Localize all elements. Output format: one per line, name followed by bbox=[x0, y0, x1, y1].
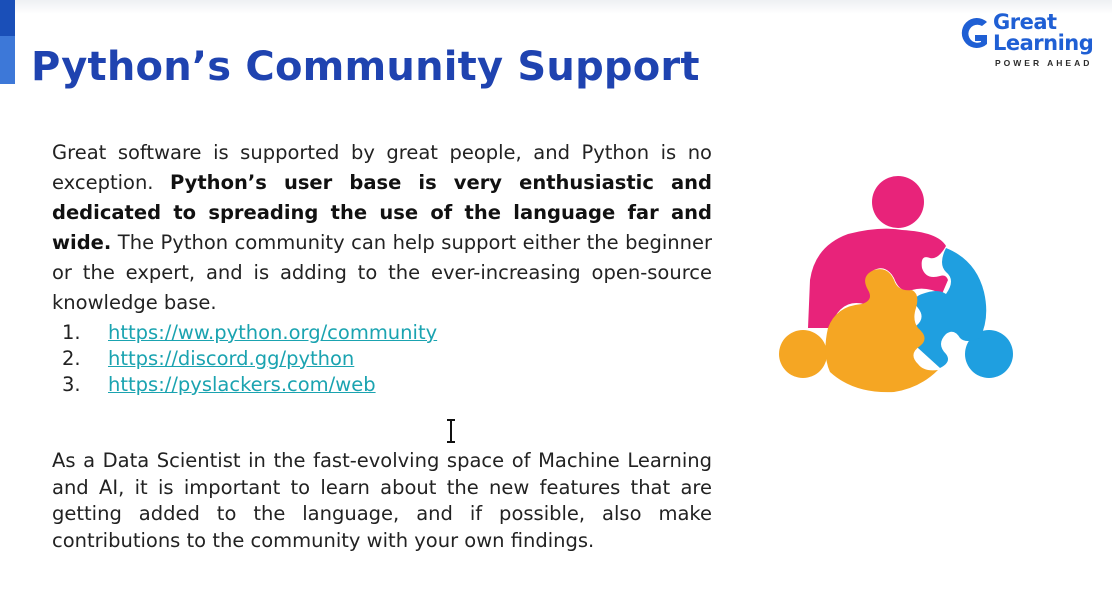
intro-tail: The Python community can help support ei… bbox=[52, 231, 712, 314]
accent-bar bbox=[0, 0, 15, 84]
logo-tagline: POWER AHEAD bbox=[995, 58, 1093, 68]
list-number: 1. bbox=[62, 321, 81, 344]
link-pyslackers[interactable]: https://pyslackers.com/web bbox=[108, 372, 376, 398]
list-item: 1. https://ww.python.org/community bbox=[62, 320, 437, 346]
intro-paragraph: Great software is supported by great peo… bbox=[52, 138, 712, 318]
list-item: 2. https://discord.gg/python bbox=[62, 346, 437, 372]
list-number: 3. bbox=[62, 373, 81, 396]
logo-wordmark: Great Learning bbox=[993, 10, 1094, 55]
list-item: 3. https://pyslackers.com/web bbox=[62, 372, 437, 398]
community-links-list: 1. https://ww.python.org/community 2. ht… bbox=[62, 320, 437, 398]
closing-paragraph: As a Data Scientist in the fast-evolving… bbox=[52, 449, 712, 552]
great-learning-logo: Great Learning POWER AHEAD bbox=[957, 12, 1097, 72]
puzzle-community-icon bbox=[779, 176, 1013, 393]
text-cursor-icon bbox=[447, 419, 455, 443]
logo-line1: Great bbox=[993, 10, 1057, 34]
logo-line2: Learning bbox=[993, 31, 1094, 55]
list-number: 2. bbox=[62, 347, 81, 370]
page-title: Python’s Community Support bbox=[31, 44, 700, 90]
logo-g-icon bbox=[961, 18, 987, 49]
top-shade bbox=[15, 0, 1112, 14]
link-discord-python[interactable]: https://discord.gg/python bbox=[108, 346, 354, 372]
link-python-community[interactable]: https://ww.python.org/community bbox=[108, 320, 437, 346]
